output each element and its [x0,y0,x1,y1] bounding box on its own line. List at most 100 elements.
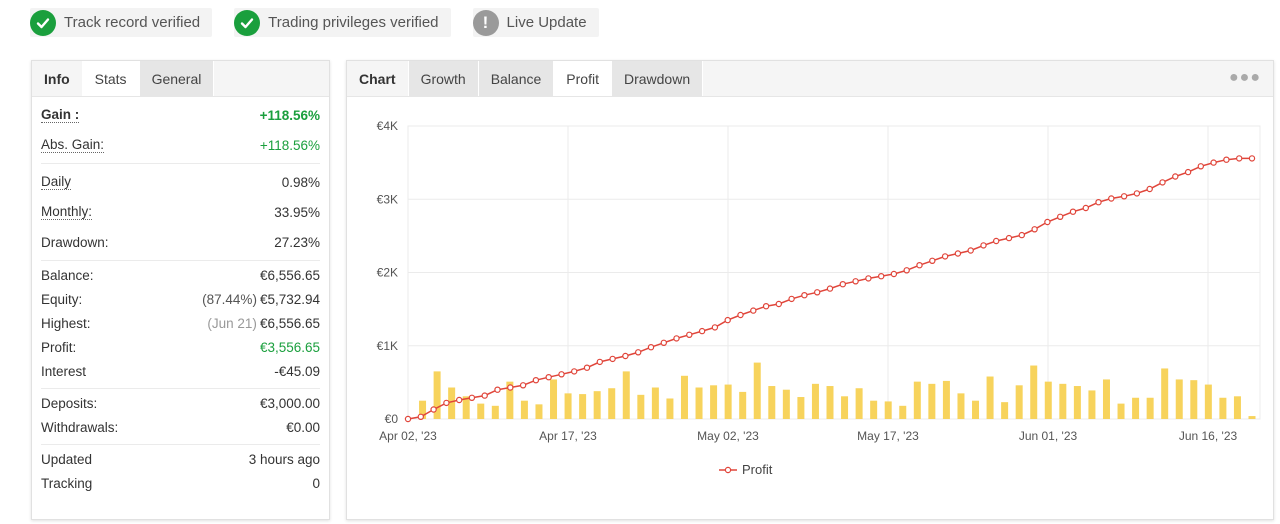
chart-tabs: Chart Growth Balance Profit Drawdown ●●● [347,61,1273,97]
profit-point [967,247,974,254]
profit-bar [520,400,528,419]
more-dots-icon[interactable]: ●●● [1229,69,1261,87]
stat-row-withdrawals: Withdrawals: €0.00 [41,415,320,439]
stat-label[interactable]: Abs. Gain: [41,137,105,153]
profit-point [954,250,962,257]
trading-privileges-badge[interactable]: Trading privileges verified [234,8,451,37]
stat-value: €3,000.00 [259,395,320,411]
stat-value: 0 [312,475,320,491]
profit-point [609,355,616,363]
stat-row-equity: Equity: (87.44%) €5,732.94 [41,287,320,311]
profit-point [801,291,808,299]
profit-bar [942,380,950,419]
tab-chart[interactable]: Chart [347,61,409,96]
profit-bar [1102,379,1110,419]
stat-label: Updated [41,451,93,467]
profit-point [1044,218,1051,226]
badge-label: Trading privileges verified [268,14,439,31]
verification-badges: Track record verified Trading privileges… [30,8,599,37]
profit-chart: €0 €1K €2K €3K €4K Apr 02, '23 Apr 17, '23 May … [377,119,1261,477]
profit-bar [1204,384,1212,419]
y-tick-label: €3K [377,192,398,206]
stat-row-profit: Profit: €3,556.65 [41,335,320,359]
stat-label: Withdrawals: [41,419,119,435]
tab-balance[interactable]: Balance [478,61,555,96]
x-tick-label: Jun 01, '23 [1019,429,1078,443]
profit-point [980,242,987,249]
y-tick-label: €1K [377,339,398,353]
profit-bar [1219,397,1227,419]
profit-point [660,339,667,346]
stat-value: 0.98% [281,174,320,190]
profit-point [481,392,488,399]
tab-general[interactable]: General [139,61,215,96]
profit-point [507,384,514,391]
profit-point [455,396,463,404]
profit-point [1108,195,1115,202]
stat-label[interactable]: Gain : [41,107,80,123]
stat-note: (87.44%) [202,291,257,307]
tab-profit[interactable]: Profit [554,61,612,96]
check-circle-icon [30,9,56,36]
badge-label: Track record verified [64,14,201,31]
profit-bar [564,393,572,419]
profit-bar [841,396,849,419]
profit-bar [680,375,688,419]
stat-value: €6,556.65 [259,315,320,331]
profit-bar [797,397,805,419]
profit-point [1018,231,1026,239]
profit-point [532,377,540,384]
profit-bar [986,376,994,419]
profit-bar [972,400,980,419]
legend-marker [724,466,732,474]
profit-point [737,311,744,319]
check-circle-icon [234,9,261,36]
x-tick-label: Jun 16, '23 [1179,429,1238,443]
stat-row-gain: Gain : +118.56% [41,100,320,130]
profit-bar [1001,402,1009,419]
profit-bar [1161,368,1169,419]
profit-point [839,280,846,288]
profit-point [1069,208,1077,215]
profit-bar [579,394,587,419]
profit-point [519,382,527,389]
profit-bar [535,404,543,419]
profit-point [430,406,437,413]
tab-stats[interactable]: Stats [82,61,140,96]
profit-bar [782,389,790,419]
profit-bar [739,391,747,419]
tab-drawdown[interactable]: Drawdown [611,61,704,96]
live-update-badge[interactable]: ! Live Update [472,8,599,37]
profit-bar [1248,416,1256,419]
profit-point [1057,213,1064,221]
profit-point [711,324,719,331]
tab-growth[interactable]: Growth [408,61,479,96]
profit-point [903,267,910,274]
profit-point [788,295,795,303]
stats-panel: Info Stats General Gain : +118.56% Abs. … [31,60,330,520]
stat-value: €0.00 [286,419,320,435]
profit-point [583,364,591,371]
profit-point [1197,163,1205,170]
profit-point [494,386,501,393]
tab-info[interactable]: Info [32,61,83,96]
stat-value-group: (Jun 21) €6,556.65 [207,316,320,331]
stat-label[interactable]: Daily [41,174,72,190]
stat-row-monthly: Monthly: 33.95% [41,197,320,227]
track-record-badge[interactable]: Track record verified [30,8,213,37]
profit-bar [637,394,645,419]
profit-bar [491,405,499,419]
profit-point [545,374,552,381]
profit-bar [1146,397,1154,419]
profit-point [404,415,412,423]
stat-label: Interest [41,363,87,379]
stat-label: Drawdown: [41,234,109,250]
stat-label[interactable]: Monthly: [41,204,93,220]
profit-bar [1132,397,1140,419]
profit-bar [550,379,558,419]
stat-label: Balance: [41,267,94,283]
stat-row-updated: Updated 3 hours ago [41,447,320,471]
profit-point [814,289,821,296]
stat-label: Equity: [41,291,83,307]
profit-bar [1117,403,1125,419]
